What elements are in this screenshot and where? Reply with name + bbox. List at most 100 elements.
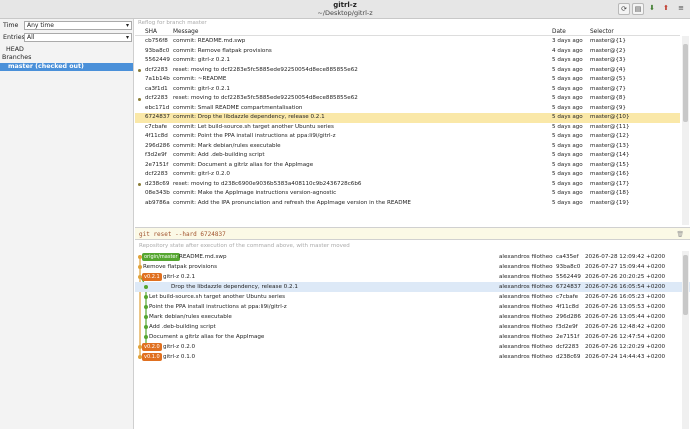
table-row[interactable]: 2e7151f commit: Document a gitrlz alias f…: [135, 161, 680, 171]
list-item[interactable]: origin/master README.md.swp alexandros fil…: [135, 252, 690, 262]
commit-author: alexandros filotheou: [499, 264, 553, 270]
table-row[interactable]: 5562449 commit: gitrl-z 0.2.1 5 days ago ma…: [135, 56, 680, 66]
table-row[interactable]: dcf2283 reset: moving to dcf2283e5fc5885e…: [135, 94, 680, 104]
commit-message: Mark debian/rules executable: [149, 314, 232, 320]
ref-tag-badge[interactable]: v0.1.0: [142, 353, 162, 361]
list-item[interactable]: Drop the libdazzle dependency, release 0…: [135, 282, 690, 292]
list-item[interactable]: Let build-source.sh target another Ubunt…: [135, 292, 690, 302]
row-message: commit: Let build-source.sh target anoth…: [173, 123, 334, 130]
commit-author: alexandros filotheou: [499, 314, 553, 320]
table-row[interactable]: cb756f8 commit: README.md.swp 3 days ago ma…: [135, 37, 680, 47]
after-scroll-thumb[interactable]: [683, 255, 688, 315]
row-date: 5 days ago: [552, 133, 583, 139]
commit-date: 2026-07-26 20:20:25 +0200: [585, 274, 666, 280]
table-row[interactable]: 6724837 commit: Drop the libdazzle depend…: [135, 113, 680, 123]
sidebar-item-master[interactable]: master (checked out): [0, 63, 133, 71]
table-row[interactable]: dcf2283 reset: moving to dcf2283e5fc5885e…: [135, 66, 680, 76]
row-message: commit: README.md.swp: [173, 38, 246, 44]
ref-tag-badge[interactable]: v0.2.0: [142, 343, 162, 351]
time-select[interactable]: Any time ▾: [24, 21, 132, 30]
row-sha: dcf2283: [145, 171, 168, 177]
row-sha: dcf2283: [145, 66, 168, 73]
row-selector: master@{14}: [590, 152, 630, 158]
reflog-header: SHA Message Date Selector: [135, 28, 680, 36]
commit-message: gitrl-z 0.2.1: [163, 274, 196, 280]
row-message: reset: moving to dcf2283e5fc5885ede92250…: [173, 66, 358, 73]
row-selector: master@{4}: [590, 66, 626, 73]
table-row[interactable]: 7a1b14b commit: ~README 5 days ago master@{…: [135, 75, 680, 85]
refresh-icon[interactable]: ⟳: [618, 3, 630, 15]
commit-node-icon: [144, 335, 148, 339]
commit-author: alexandros filotheou: [499, 324, 553, 330]
ref-tag-badge[interactable]: v0.2.1: [142, 273, 162, 281]
list-item[interactable]: v0.2.0 gitrl-z 0.2.0 alexandros filotheou d…: [135, 342, 690, 352]
commit-sha: 5562449: [556, 274, 581, 280]
table-row[interactable]: dcf2283 commit: gitrl-z 0.2.0 5 days ago ma…: [135, 170, 680, 180]
commit-message: Point the PPA install instructions at pp…: [149, 304, 287, 310]
row-message: commit: Point the PPA install instructio…: [173, 133, 336, 139]
commit-message: gitrl-z 0.2.0: [163, 344, 196, 350]
commit-sha: d238c69: [556, 354, 581, 360]
sidebar-section-branches: Branches: [2, 54, 32, 61]
col-selector[interactable]: Selector: [590, 28, 614, 36]
list-item[interactable]: Document a gitrlz alias for the AppImage…: [135, 332, 690, 342]
commit-author: alexandros filotheou: [499, 354, 553, 360]
reset-dot-icon: [138, 97, 141, 101]
commit-sha: 296d286: [556, 314, 581, 320]
reflog-scroll-thumb[interactable]: [683, 44, 688, 122]
time-label: Time: [3, 22, 19, 29]
row-date: 5 days ago: [552, 142, 583, 149]
list-icon[interactable]: ▤: [632, 3, 644, 15]
trash-icon[interactable]: 🗑: [676, 228, 684, 241]
col-sha[interactable]: SHA: [145, 28, 157, 36]
download-icon[interactable]: ⬇: [646, 3, 658, 15]
row-message: commit: gitrl-z 0.2.0: [173, 171, 230, 177]
col-message[interactable]: Message: [173, 28, 198, 36]
row-date: 5 days ago: [552, 180, 583, 187]
row-sha: ebc171d: [145, 104, 170, 111]
upload-icon[interactable]: ⬆: [660, 3, 672, 15]
list-item[interactable]: Remove flatpak provisions alexandros filo…: [135, 262, 690, 272]
list-item[interactable]: Add .deb-building script alexandros filot…: [135, 322, 690, 332]
reset-dot-icon: [138, 183, 141, 186]
table-row[interactable]: d238c69 reset: moving to d238c6900e9036b5…: [135, 180, 680, 190]
row-sha: c7cbafe: [145, 123, 168, 130]
row-date: 5 days ago: [552, 171, 583, 177]
ref-tag-badge[interactable]: origin/master: [142, 253, 180, 261]
main-panel: Reflog for branch master SHA Message Dat…: [135, 19, 690, 429]
table-row[interactable]: 93ba8c0 commit: Remove flatpak provisions…: [135, 47, 680, 57]
row-sha: dcf2283: [145, 95, 168, 101]
table-row[interactable]: c7cbafe commit: Let build-source.sh targe…: [135, 123, 680, 133]
list-item[interactable]: v0.2.1 gitrl-z 0.2.1 alexandros filotheou 5…: [135, 272, 690, 282]
row-selector: master@{16}: [590, 171, 630, 177]
chevron-down-icon: ▾: [125, 34, 129, 41]
entries-select[interactable]: All ▾: [24, 33, 132, 42]
row-message: commit: Mark debian/rules executable: [173, 142, 281, 149]
chevron-down-icon: ▾: [125, 22, 129, 29]
commit-date: 2026-07-26 12:20:29 +0200: [585, 344, 666, 350]
row-date: 5 days ago: [552, 57, 583, 63]
row-selector: master@{10}: [590, 114, 630, 120]
command-bar: git reset --hard 6724837 🗑: [135, 227, 690, 240]
row-sha: 296d286: [145, 142, 170, 149]
list-item[interactable]: v0.1.0 gitrl-z 0.1.0 alexandros filotheou d…: [135, 352, 690, 362]
table-row[interactable]: ab9786a commit: Add the IPA pronunciation…: [135, 199, 680, 209]
row-date: 5 days ago: [552, 66, 583, 73]
row-date: 5 days ago: [552, 123, 583, 130]
row-date: 5 days ago: [552, 190, 583, 196]
table-row[interactable]: 4f11c8d commit: Point the PPA install ins…: [135, 132, 680, 142]
table-row[interactable]: ebc171d commit: Small README compartmenta…: [135, 104, 680, 114]
list-item[interactable]: Mark debian/rules executable alexandros f…: [135, 312, 690, 322]
commit-author: alexandros filotheou: [499, 254, 553, 260]
col-date[interactable]: Date: [552, 28, 566, 36]
table-row[interactable]: 296d286 commit: Mark debian/rules executa…: [135, 142, 680, 152]
row-sha: 2e7151f: [145, 161, 169, 168]
commit-date: 2026-07-28 12:09:42 +0200: [585, 254, 666, 260]
commit-message: Document a gitrlz alias for the AppImage: [149, 334, 265, 340]
table-row[interactable]: ca3f1d1 commit: gitrl-z 0.2.1 5 days ago ma…: [135, 85, 680, 95]
menu-icon[interactable]: ≡: [675, 3, 687, 15]
table-row[interactable]: f3d2e9f commit: Add .deb-building script 5…: [135, 151, 680, 161]
table-row[interactable]: 08e343b commit: Make the AppImage instruc…: [135, 189, 680, 199]
list-item[interactable]: Point the PPA install instructions at pp…: [135, 302, 690, 312]
sidebar-item-head[interactable]: HEAD: [0, 46, 133, 54]
